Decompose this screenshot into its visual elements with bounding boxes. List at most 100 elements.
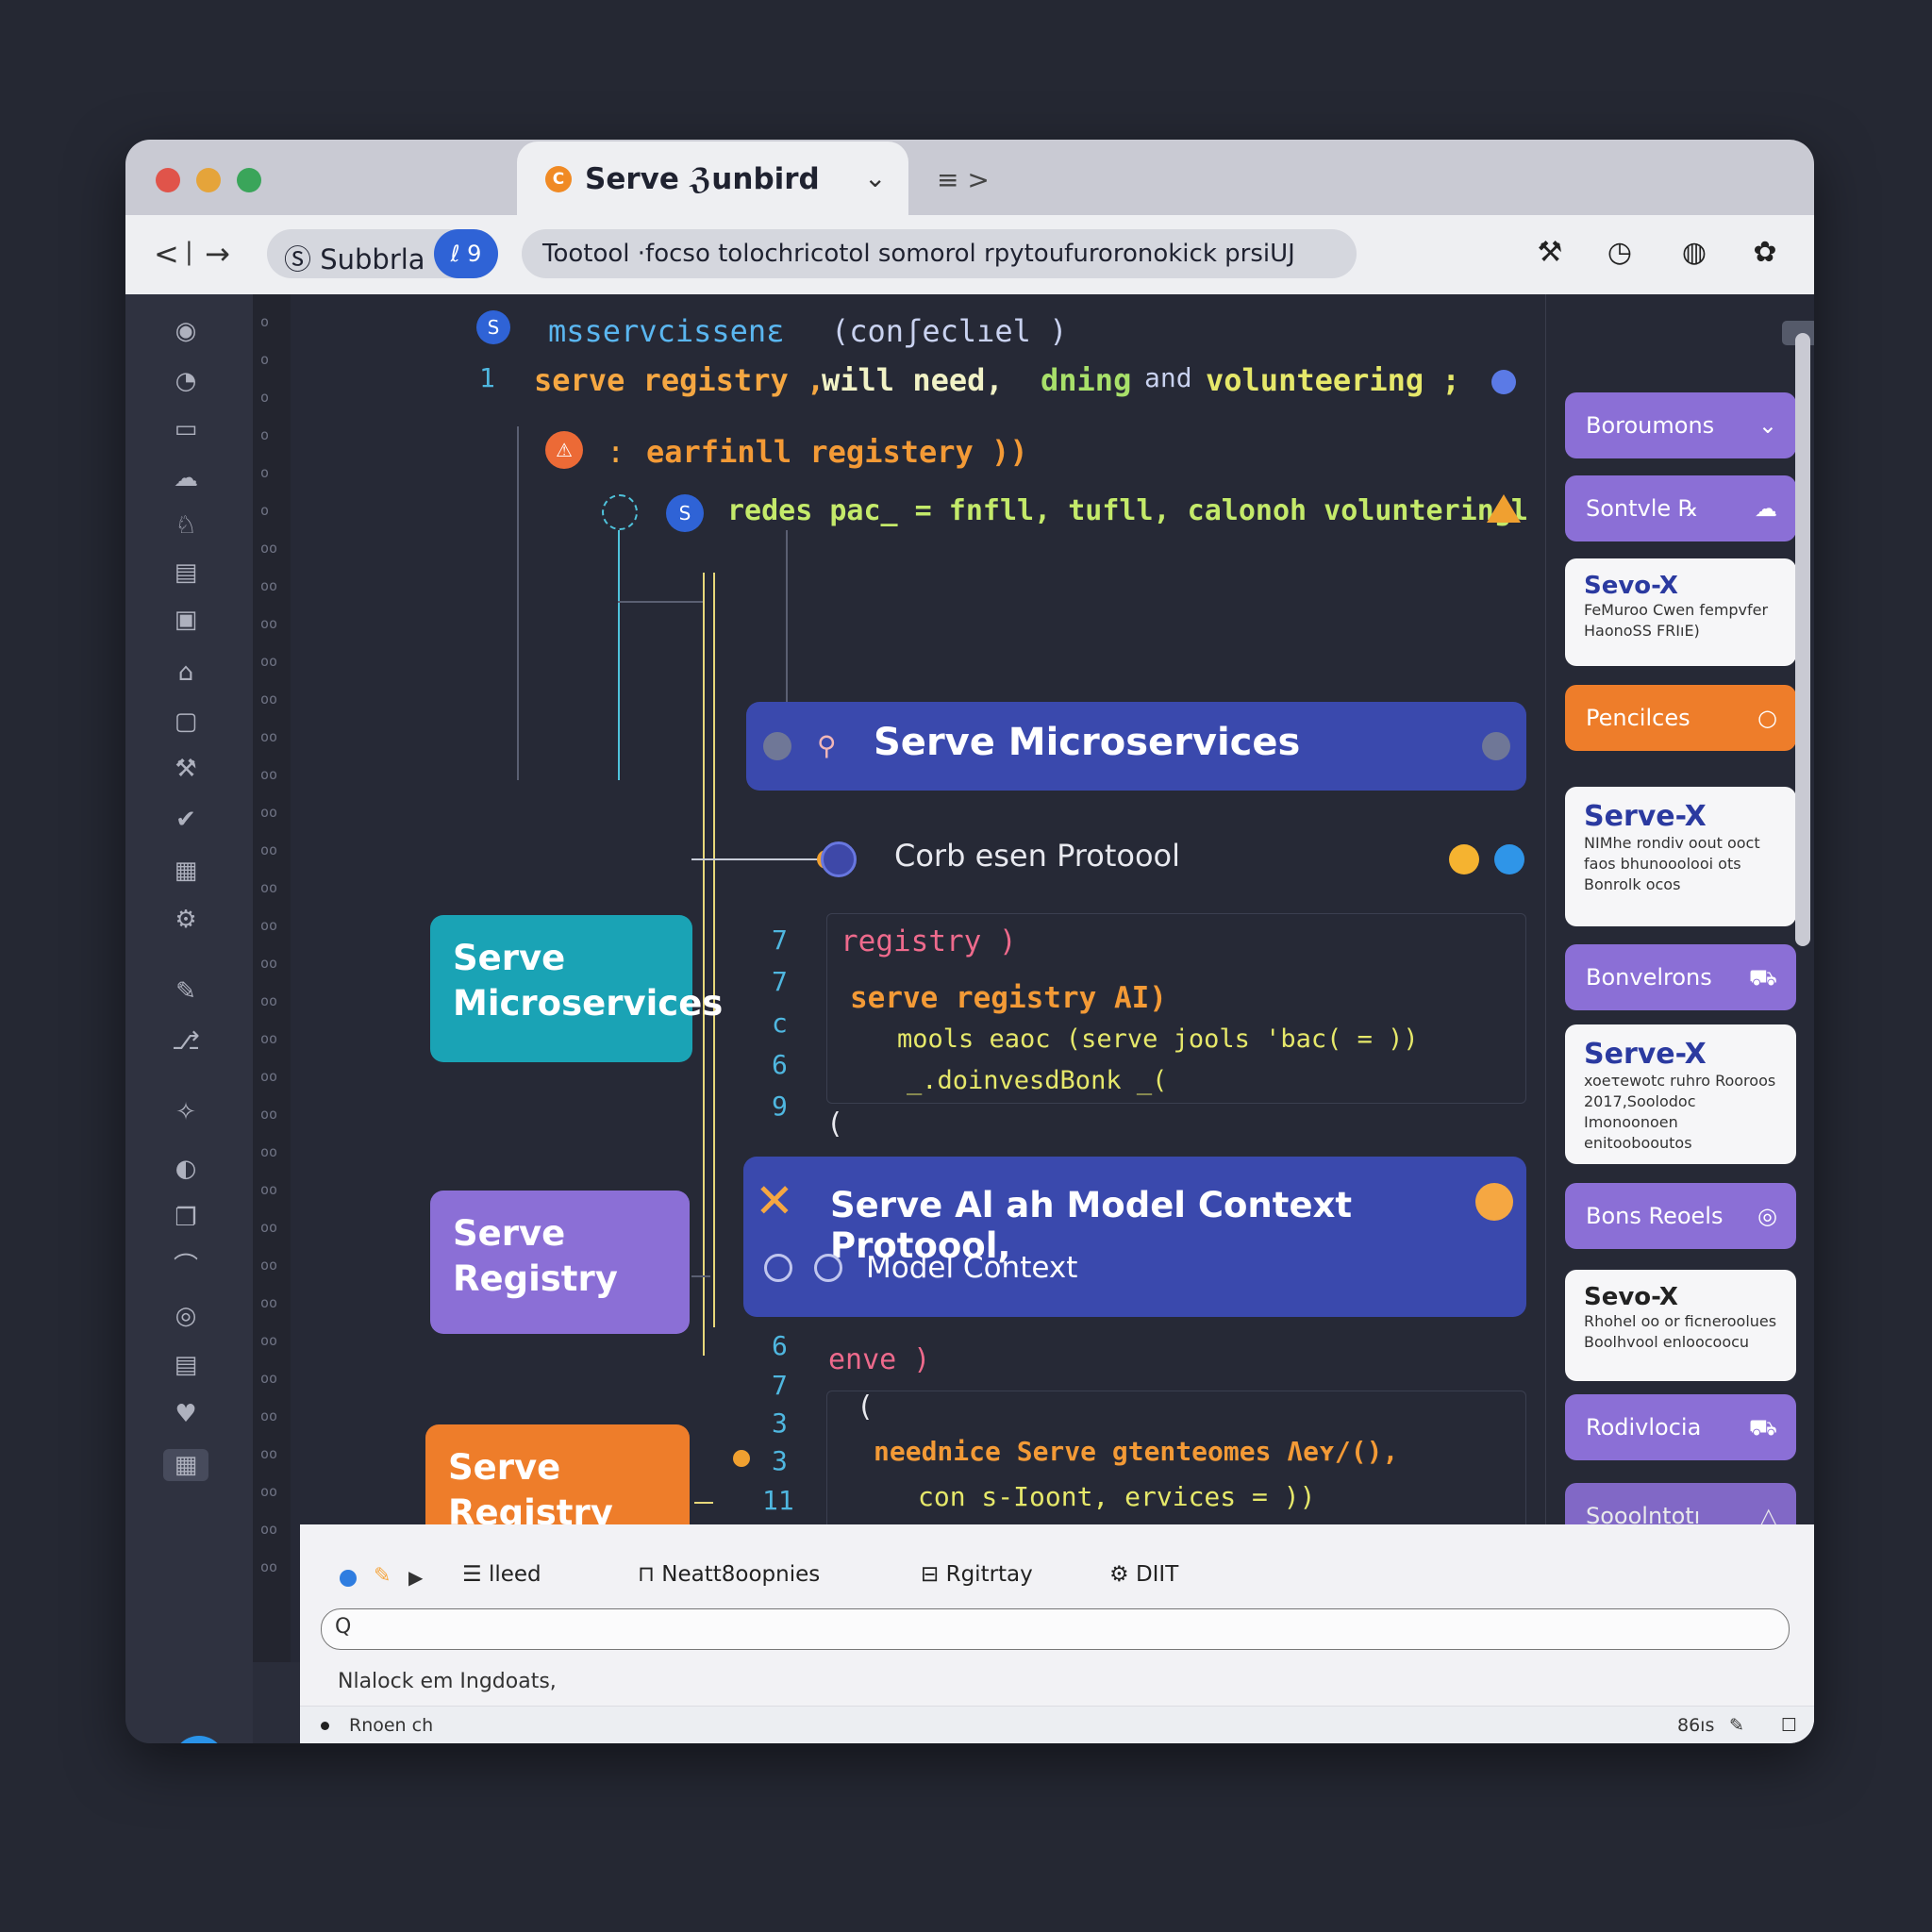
panel-card-1[interactable]: Boroumons ⌄ (1565, 392, 1796, 458)
link-icon[interactable]: ⌒ (163, 1251, 208, 1283)
radio-icon[interactable] (764, 1254, 792, 1282)
tab-label: Neatt8oopnies (661, 1562, 821, 1587)
circle-icon[interactable]: ◉ (163, 315, 208, 347)
line-number: 7 (772, 924, 788, 956)
code-editor[interactable]: S msservcissenε (conʃeclıel ) 1 serve re… (291, 294, 1564, 1662)
status-bar: Rnoen ch 86ıs ✎ ☐ (300, 1706, 1814, 1743)
profile-badge[interactable]: ℓ 9 (434, 229, 498, 278)
radio-icon[interactable] (814, 1254, 842, 1282)
panel-card-7[interactable]: Serve-X xoeτewotc ruhro Rooroos 2017,Soo… (1565, 1024, 1796, 1164)
connector-line (691, 1275, 710, 1277)
blue-dot (1494, 844, 1524, 874)
settings-icon[interactable]: ⚙ (163, 904, 208, 936)
new-tab-button[interactable]: ≡ > (937, 164, 990, 195)
terminal-icon[interactable]: ▤ (163, 1349, 208, 1381)
vertical-scrollbar[interactable] (1795, 333, 1810, 946)
node-serve-registry[interactable]: Serve Registry (430, 1191, 690, 1334)
tab-need[interactable]: ☰ lleed (462, 1562, 541, 1587)
copy-icon[interactable]: ❐ (163, 1202, 208, 1234)
address-text: Tootool ·focso tolochricotol somorol rpy… (542, 240, 1295, 268)
code-line-2-mid: will need, (822, 362, 1004, 398)
card-title: Sevo-X (1584, 572, 1678, 600)
grid-icon[interactable]: ▦ (163, 855, 208, 887)
cloud-icon[interactable]: ☁ (163, 462, 208, 494)
back-button[interactable]: < (154, 236, 179, 272)
profile-chip[interactable]: Ⓢ Subbrla ℓ 9 (267, 229, 498, 278)
line-number: 6 (772, 1330, 788, 1361)
window-icon[interactable]: ▢ (163, 706, 208, 738)
eye-icon[interactable]: ◎ (163, 1300, 208, 1332)
git-icon[interactable]: ⎇ (163, 1025, 208, 1058)
gutter-marker: oo (260, 1521, 278, 1538)
bell-icon[interactable]: ♘ (163, 509, 208, 541)
panel-card-2[interactable]: Sontvle ℞ ☁ (1565, 475, 1796, 541)
debug-icon[interactable]: ✧ (163, 1096, 208, 1128)
panel-card-4[interactable]: Pencilces ○ (1565, 685, 1796, 751)
line-number: 7 (772, 1370, 788, 1401)
minimize-window-button[interactable] (196, 168, 221, 192)
panel-card-3[interactable]: Sevo-X FeMuroo Cwen fempvfer HaonoSS FRI… (1565, 558, 1796, 666)
tab-menu-chevron-icon[interactable]: ⌄ (864, 162, 886, 193)
extensions-icon[interactable]: ▦ (163, 1449, 208, 1481)
keyboard-icon[interactable]: ▭ (163, 413, 208, 445)
tab-registry[interactable]: ⊟ Rgitrtay (921, 1562, 1033, 1587)
bottom-panel: ✎ ▶ ☰ lleed ⊓ Neatt8oopnies ⊟ Rgitrtay ⚙… (300, 1524, 1814, 1743)
panel-card-6[interactable]: Bonvelrons ⛟ (1565, 944, 1796, 1010)
card-cloud-icon: ☁ (1755, 495, 1777, 522)
panel-card-10[interactable]: Rodivlocia ⛟ (1565, 1394, 1796, 1460)
gutter-marker: oo (260, 1332, 278, 1349)
close-window-button[interactable] (156, 168, 180, 192)
tree-line (517, 426, 519, 780)
status-right-text: 86ıs (1677, 1715, 1715, 1736)
extension-icon[interactable]: ✿ (1746, 234, 1784, 272)
card-label: Bons Reoels (1586, 1203, 1724, 1229)
warning-icon: ⚠ (545, 431, 583, 469)
tools-icon[interactable]: ⚒ (163, 753, 208, 785)
status-edit-icon[interactable]: ✎ (1729, 1715, 1744, 1736)
gutter-marker: oo (260, 1483, 278, 1500)
forward-button[interactable]: → (205, 236, 230, 272)
chat-icon[interactable]: ◔ (163, 365, 208, 397)
tab-diff[interactable]: ⚙ DIIT (1109, 1562, 1178, 1587)
code-block-line: ( (826, 1108, 844, 1141)
node-serve-microservices[interactable]: Serve Microservices (430, 915, 723, 1062)
code-block-line: mools eaoc (serve jools 'bac( = )) (897, 1024, 1419, 1054)
card-title: Serve-X (1584, 1038, 1707, 1071)
files-icon[interactable]: ▤ (163, 557, 208, 589)
run-dot-icon[interactable] (340, 1570, 357, 1587)
wrench-icon[interactable]: ⚒ (1531, 234, 1569, 272)
card-label: Rodivlocia (1586, 1414, 1702, 1441)
gutter-marker: oo (260, 1445, 278, 1462)
diff-icon: ⚙ (1109, 1562, 1136, 1587)
heart-icon[interactable]: ♥ (163, 1398, 208, 1430)
banner-dot (763, 732, 791, 760)
banner-serve-microservices[interactable]: ⚲ Serve Microservices (746, 702, 1526, 791)
panel-card-9[interactable]: Sevo-X Rhohel oo or ficneroolues Boolhvo… (1565, 1270, 1796, 1381)
banner-model-context[interactable]: ✕ Serve Al ah Model Context Protoool, Mo… (743, 1157, 1526, 1317)
clock-icon[interactable]: ◷ (1601, 234, 1639, 272)
maximize-window-button[interactable] (237, 168, 261, 192)
check-icon[interactable]: ✔ (163, 804, 208, 836)
tab-notes[interactable]: ⊓ Neatt8oopnies (638, 1562, 820, 1587)
edit-icon[interactable]: ✎ (163, 975, 208, 1008)
code-block-line: serve registry AI) (850, 981, 1167, 1015)
code-line-4: redes pac_ = fnfll, tufll, calonoh volun… (727, 494, 1563, 527)
gutter-marker: oo (260, 1143, 278, 1160)
panel-icon[interactable]: ▣ (163, 604, 208, 636)
globe-icon[interactable]: ◍ (1675, 234, 1713, 272)
share-button[interactable]: ↖ (173, 1736, 225, 1743)
active-tab[interactable]: C Serve ℨunbird ⌄ (517, 142, 908, 217)
status-chat-icon[interactable]: ☐ (1781, 1715, 1797, 1736)
user-icon[interactable]: ◐ (163, 1153, 208, 1185)
panel-card-5[interactable]: Serve-X NIMhe rondiv oout ooct faos bhun… (1565, 787, 1796, 926)
panel-card-8[interactable]: Bons Reoels ◎ (1565, 1183, 1796, 1249)
address-bar[interactable]: Tootool ·focso tolochricotol somorol rpy… (522, 229, 1357, 278)
close-icon[interactable]: ✕ (755, 1174, 794, 1228)
gutter-marker: oo (260, 1068, 278, 1085)
home-icon[interactable]: ⌂ (163, 657, 208, 689)
play-icon[interactable]: ▶ (408, 1566, 423, 1589)
gutter-marker: oo (260, 879, 278, 896)
search-input[interactable]: Q (321, 1608, 1790, 1650)
pencil-icon[interactable]: ✎ (374, 1564, 391, 1588)
code-line-1-prefix: msservcissenε (548, 313, 785, 349)
